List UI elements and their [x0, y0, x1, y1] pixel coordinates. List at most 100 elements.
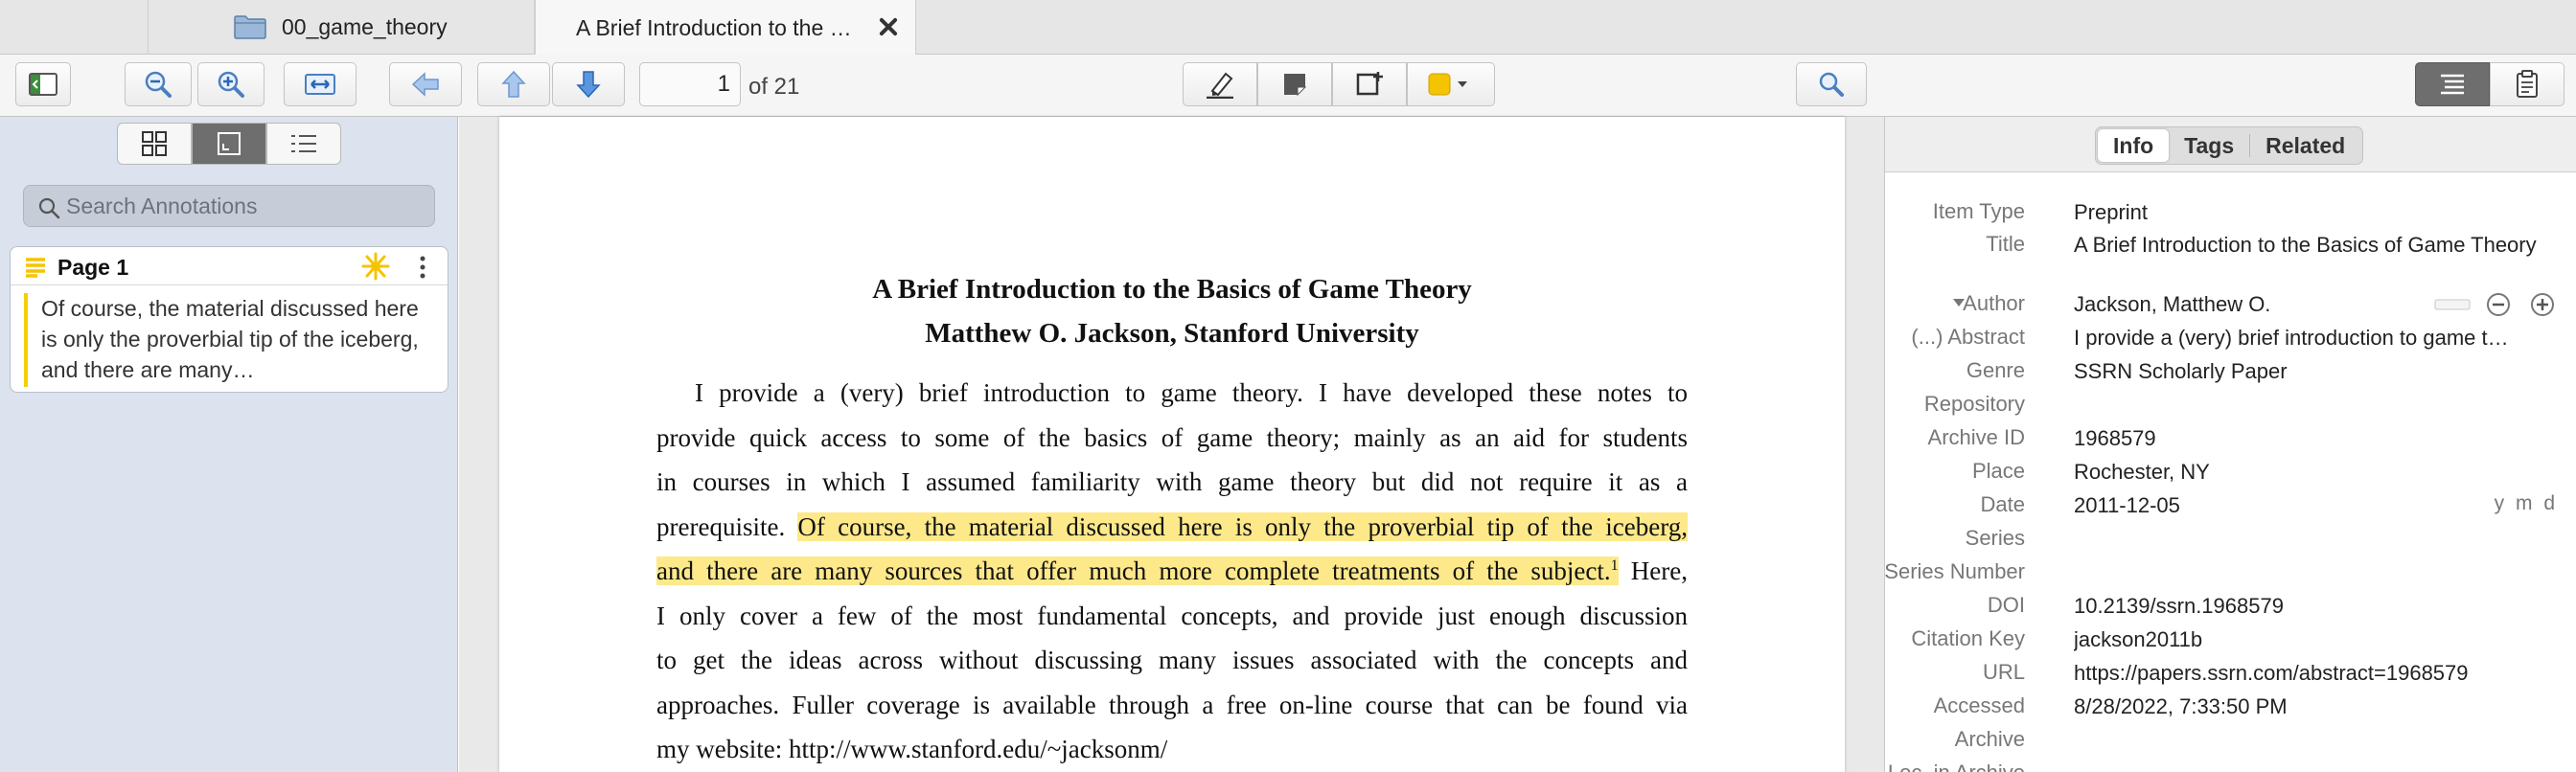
text-segment: prerequisite.	[656, 511, 798, 541]
zoom-out-button[interactable]	[125, 62, 192, 106]
field-label: Place	[1971, 459, 2025, 483]
tab-bar-spacer	[0, 0, 149, 55]
field-value[interactable]: Jackson, Matthew O.	[2074, 291, 2543, 317]
annotations-sidebar: Search Annotations Page 1 Of course, the…	[0, 117, 458, 772]
tab-info[interactable]: Info	[2098, 129, 2170, 162]
thumbnails-view-button[interactable]	[117, 123, 192, 165]
annotation-view-icon	[218, 132, 241, 155]
note-tool-button[interactable]	[1257, 62, 1332, 106]
tab-tags[interactable]: Tags	[2169, 129, 2249, 162]
field-label: Date	[1980, 492, 2025, 516]
reader-toolbar: 1 of 21	[0, 55, 2576, 117]
page-count: of 21	[748, 74, 800, 100]
highlight-tool-button[interactable]	[1183, 62, 1257, 106]
field-label: Series	[1965, 526, 2025, 550]
field-value[interactable]: 10.2139/ssrn.1968579	[2074, 593, 2543, 619]
fit-width-button[interactable]	[284, 62, 356, 106]
zoom-out-icon	[145, 71, 172, 98]
item-info-pane: Info Tags Related Item Type Preprint Tit…	[1884, 117, 2576, 772]
page-number-input[interactable]: 1	[639, 62, 741, 106]
field-value[interactable]: Preprint	[2074, 199, 2543, 225]
tab-related[interactable]: Related	[2250, 129, 2360, 162]
folder-icon	[234, 15, 266, 39]
field-label: Loc. in Archive	[1888, 761, 2025, 772]
previous-page-button[interactable]	[477, 62, 550, 106]
date-format-indicator: y m d	[2494, 492, 2558, 514]
more-options-icon[interactable]	[419, 255, 426, 280]
field-value[interactable]: 2011-12-05	[2074, 492, 2543, 518]
highlighted-text[interactable]: Of course, the material discussed here i…	[797, 511, 1688, 541]
annotation-card[interactable]: Page 1 Of course, the material discussed…	[10, 246, 448, 393]
highlighted-text[interactable]: and there are many sources that offer mu…	[656, 556, 1619, 585]
color-picker-button[interactable]	[1407, 62, 1495, 106]
info-tabs-bar: Info Tags Related	[1885, 117, 2576, 172]
document-view[interactable]: A Brief Introduction to the Basics of Ga…	[459, 117, 1884, 772]
tab-reader[interactable]: A Brief Introduction to the …	[535, 0, 916, 56]
area-select-icon	[1356, 72, 1383, 96]
field-value[interactable]: A Brief Introduction to the Basics of Ga…	[2074, 232, 2543, 258]
selected-sparkle-icon	[361, 252, 390, 281]
back-button[interactable]	[389, 62, 462, 106]
creator-type-switch-icon[interactable]	[2433, 291, 2472, 318]
fit-width-icon	[305, 74, 335, 95]
close-icon[interactable]	[877, 15, 900, 38]
area-tool-button[interactable]	[1332, 62, 1407, 106]
text-line: and there are many sources that offer mu…	[656, 549, 1688, 594]
arrow-left-icon	[411, 72, 439, 97]
add-author-icon[interactable]	[2529, 291, 2556, 318]
text-line: approaches. Fuller coverage is available…	[656, 690, 1688, 719]
field-label: Citation Key	[1911, 626, 2025, 650]
text-segment: Here,	[1618, 556, 1688, 585]
tab-library[interactable]: 00_game_theory	[150, 0, 535, 55]
field-label: Archive	[1954, 727, 2025, 751]
notes-icon	[2517, 70, 2538, 98]
item-pane-icon	[2441, 74, 2464, 95]
remove-author-icon[interactable]	[2485, 291, 2512, 318]
tab-reader-label: A Brief Introduction to the …	[576, 14, 852, 40]
color-swatch-icon	[1428, 73, 1467, 96]
field-value[interactable]: 8/28/2022, 7:33:50 PM	[2074, 693, 2543, 719]
field-label[interactable]: URL	[1983, 660, 2025, 685]
paper-author: Matthew O. Jackson, Stanford University	[925, 318, 1419, 349]
field-label[interactable]: (...) Abstract	[1911, 325, 2025, 350]
field-label: Genre	[1966, 358, 2025, 382]
field-value[interactable]: 1968579	[2074, 425, 2543, 451]
field-label: Item Type	[1932, 199, 2025, 223]
paper-abstract: I provide a (very) brief introduction to…	[656, 371, 1688, 772]
field-label: Repository	[1923, 392, 2025, 416]
next-page-button[interactable]	[552, 62, 625, 106]
tab-library-label: 00_game_theory	[282, 14, 448, 39]
paper-title: A Brief Introduction to the Basics of Ga…	[872, 274, 1472, 305]
field-value[interactable]: I provide a (very) brief introduction to…	[2074, 325, 2543, 351]
text-segment: and there are many sources that offer mu…	[656, 556, 1611, 585]
annotation-header: Page 1	[11, 247, 448, 285]
field-value[interactable]: SSRN Scholarly Paper	[2074, 358, 2543, 384]
search-annotations-input[interactable]: Search Annotations	[23, 185, 435, 227]
search-icon	[1819, 72, 1844, 97]
toggle-item-pane-button[interactable]	[2415, 62, 2490, 106]
arrow-up-icon	[501, 70, 526, 98]
disclosure-triangle-icon[interactable]	[1953, 299, 1966, 307]
thumbnails-icon	[142, 131, 167, 156]
field-label: Series Number	[1884, 559, 2025, 583]
search-icon	[38, 197, 60, 219]
annotations-view-button[interactable]	[192, 123, 266, 165]
field-label[interactable]: DOI	[1988, 593, 2025, 618]
zoom-in-button[interactable]	[197, 62, 264, 106]
pdf-page[interactable]: A Brief Introduction to the Basics of Ga…	[499, 117, 1845, 772]
outline-view-button[interactable]	[266, 123, 341, 165]
footnote-marker[interactable]: 1	[1611, 557, 1619, 574]
highlighter-icon	[1207, 72, 1233, 99]
tab-bar: 00_game_theory A Brief Introduction to t…	[0, 0, 2576, 56]
find-button[interactable]	[1796, 62, 1867, 106]
text-line: I provide a (very) brief introduction to…	[695, 378, 1688, 407]
field-value[interactable]: Rochester, NY	[2074, 459, 2543, 485]
field-label: Title	[1986, 232, 2025, 256]
toggle-sidebar-button[interactable]	[15, 62, 71, 106]
field-value[interactable]: jackson2011b	[2074, 626, 2543, 652]
zoom-in-icon	[218, 71, 244, 98]
annotation-page-label: Page 1	[58, 255, 129, 280]
field-value[interactable]: https://papers.ssrn.com/abstract=1968579	[2074, 660, 2543, 686]
text-line: to get the ideas across without discussi…	[656, 646, 1688, 674]
toggle-notes-pane-button[interactable]	[2490, 62, 2564, 106]
